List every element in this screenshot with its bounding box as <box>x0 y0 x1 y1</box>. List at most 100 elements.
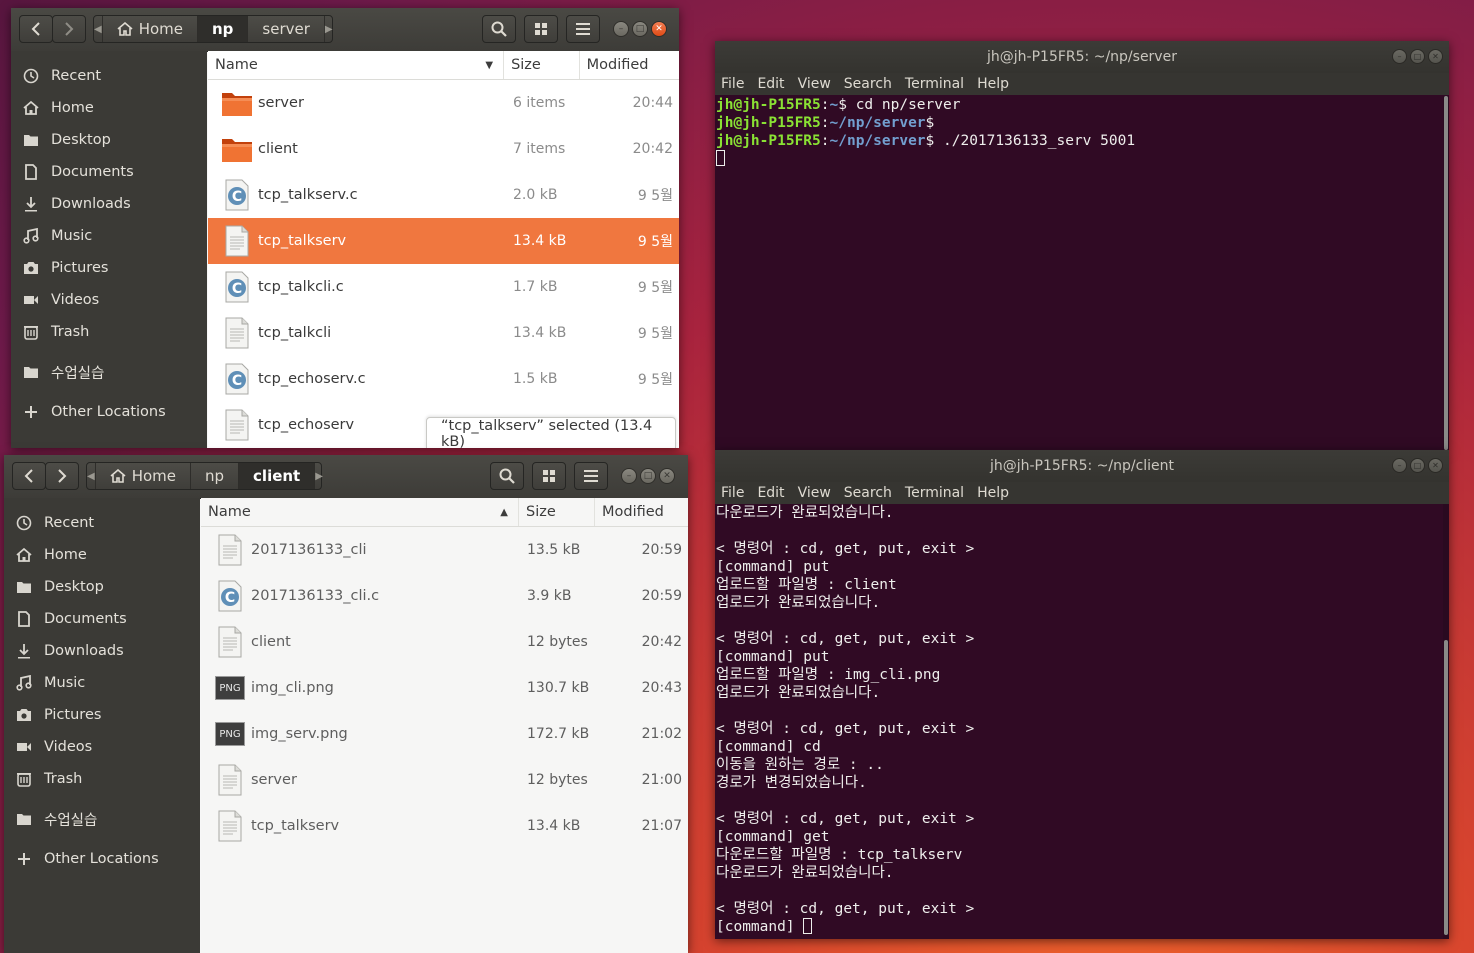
trash-icon <box>11 324 51 340</box>
sidebar-item-documents[interactable]: Documents <box>4 603 200 635</box>
sidebar-item-pictures[interactable]: Pictures <box>4 699 200 731</box>
sidebar-item-pictures[interactable]: Pictures <box>11 252 207 284</box>
sidebar-item-home[interactable]: Home <box>4 539 200 571</box>
menu-help[interactable]: Help <box>977 76 1009 92</box>
sidebar-item-desktop[interactable]: Desktop <box>4 571 200 603</box>
menu-search[interactable]: Search <box>844 485 892 501</box>
prompt-user: jh@jh-P15FR5 <box>716 133 821 149</box>
menu-view[interactable]: View <box>798 76 831 92</box>
sidebar-item-trash[interactable]: Trash <box>4 763 200 795</box>
minimize-icon[interactable]: – <box>1392 49 1407 64</box>
search-button[interactable] <box>490 462 524 490</box>
sidebar-item-documents[interactable]: Documents <box>11 156 207 188</box>
sidebar-item-videos[interactable]: Videos <box>4 731 200 763</box>
view-grid-button[interactable] <box>532 462 566 490</box>
breadcrumb-np[interactable]: np <box>190 463 238 489</box>
sidebar-item-other-locations[interactable]: Other Locations <box>4 843 200 875</box>
file-row[interactable]: PNG img_cli.png 130.7 kB 20:43 <box>201 665 688 711</box>
minimize-icon[interactable]: – <box>613 21 629 37</box>
menu-terminal[interactable]: Terminal <box>905 76 964 92</box>
breadcrumb-scroll-left-icon[interactable]: ◀ <box>94 16 102 42</box>
file-row[interactable]: tcp_talkserv 13.4 kB 9 5월 <box>208 218 679 264</box>
close-icon[interactable]: ✕ <box>651 21 667 37</box>
scrollbar-thumb[interactable] <box>1444 96 1448 450</box>
breadcrumb-client[interactable]: client <box>238 463 315 489</box>
file-row[interactable]: 2017136133_cli 13.5 kB 20:59 <box>201 527 688 573</box>
sidebar-item-videos[interactable]: Videos <box>11 284 207 316</box>
file-row[interactable]: tcp_echoserv.c 1.5 kB 9 5월 <box>208 356 679 402</box>
folder-desktop-icon <box>4 580 44 594</box>
sidebar-item-desktop[interactable]: Desktop <box>11 124 207 156</box>
maximize-icon[interactable]: □ <box>1410 49 1425 64</box>
back-button[interactable] <box>19 15 53 43</box>
sidebar-item-home[interactable]: Home <box>11 92 207 124</box>
menu-view[interactable]: View <box>798 485 831 501</box>
file-row[interactable]: PNG img_serv.png 172.7 kB 21:02 <box>201 711 688 757</box>
maximize-icon[interactable]: □ <box>640 468 656 484</box>
menu-button[interactable] <box>574 462 608 490</box>
menu-edit[interactable]: Edit <box>757 76 784 92</box>
menu-edit[interactable]: Edit <box>757 485 784 501</box>
maximize-icon[interactable]: □ <box>632 21 648 37</box>
close-icon[interactable]: ✕ <box>659 468 675 484</box>
sidebar-item-music[interactable]: Music <box>11 220 207 252</box>
back-button[interactable] <box>12 462 46 490</box>
column-header-modified[interactable]: Modified <box>580 51 679 79</box>
menu-file[interactable]: File <box>721 485 744 501</box>
sidebar-item-downloads[interactable]: Downloads <box>4 635 200 667</box>
scrollbar[interactable] <box>1443 504 1449 939</box>
sidebar-item-recent[interactable]: Recent <box>4 507 200 539</box>
maximize-icon[interactable]: □ <box>1410 458 1425 473</box>
terminal-output[interactable]: jh@jh-P15FR5:~$ cd np/server jh@jh-P15FR5… <box>715 96 1449 450</box>
sidebar-item-recent[interactable]: Recent <box>11 60 207 92</box>
close-icon[interactable]: ✕ <box>1428 49 1443 64</box>
column-header-name[interactable]: Name ▼ <box>208 51 505 79</box>
file-row[interactable]: server 12 bytes 21:00 <box>201 757 688 803</box>
close-icon[interactable]: ✕ <box>1428 458 1443 473</box>
breadcrumb-np[interactable]: np <box>197 16 248 42</box>
file-row[interactable]: tcp_talkcli 13.4 kB 9 5월 <box>208 310 679 356</box>
sidebar-item-other-locations[interactable]: Other Locations <box>11 396 207 428</box>
menu-terminal[interactable]: Terminal <box>905 485 964 501</box>
file-row[interactable]: server 6 items 20:44 <box>208 80 679 126</box>
file-size: 7 items <box>513 141 566 157</box>
minimize-icon[interactable]: – <box>1392 458 1407 473</box>
command-text: ./2017136133_serv 5001 <box>943 133 1136 149</box>
file-size: 1.5 kB <box>513 371 558 387</box>
scrollbar[interactable] <box>1443 96 1449 450</box>
breadcrumb-home[interactable]: Home <box>101 16 197 42</box>
column-header-size[interactable]: Size <box>504 51 580 79</box>
sidebar-item-bookmark[interactable]: 수업실습 <box>11 356 207 388</box>
menu-help[interactable]: Help <box>977 485 1009 501</box>
breadcrumb-scroll-right-icon[interactable]: ▶ <box>314 463 323 489</box>
file-row[interactable]: tcp_talkcli.c 1.7 kB 9 5월 <box>208 264 679 310</box>
forward-button[interactable] <box>52 15 86 43</box>
file-row[interactable]: tcp_talkserv 13.4 kB 21:07 <box>201 803 688 849</box>
view-grid-button[interactable] <box>524 15 558 43</box>
forward-button[interactable] <box>45 462 79 490</box>
breadcrumb-scroll-left-icon[interactable]: ◀ <box>87 463 95 489</box>
sidebar-item-music[interactable]: Music <box>4 667 200 699</box>
file-row[interactable]: client 7 items 20:42 <box>208 126 679 172</box>
file-row[interactable]: 2017136133_cli.c 3.9 kB 20:59 <box>201 573 688 619</box>
column-header-size[interactable]: Size <box>519 498 595 526</box>
menu-button[interactable] <box>566 15 600 43</box>
file-name: tcp_echoserv <box>258 417 355 433</box>
terminal-output[interactable]: 다운로드가 완료되었습니다. < 명령어 : cd, get, put, exit… <box>715 504 1449 939</box>
breadcrumb-home[interactable]: Home <box>94 463 190 489</box>
file-row[interactable]: tcp_talkserv.c 2.0 kB 9 5월 <box>208 172 679 218</box>
sidebar-item-trash[interactable]: Trash <box>11 316 207 348</box>
search-button[interactable] <box>482 15 516 43</box>
scrollbar-thumb[interactable] <box>1444 640 1448 935</box>
menu-search[interactable]: Search <box>844 76 892 92</box>
menu-file[interactable]: File <box>721 76 744 92</box>
minimize-icon[interactable]: – <box>621 468 637 484</box>
sidebar-item-bookmark[interactable]: 수업실습 <box>4 803 200 835</box>
breadcrumb-scroll-right-icon[interactable]: ▶ <box>323 16 333 42</box>
png-label: PNG <box>215 676 245 700</box>
column-header-modified[interactable]: Modified <box>595 498 688 526</box>
column-header-name[interactable]: Name ▲ <box>201 498 519 526</box>
sidebar-item-downloads[interactable]: Downloads <box>11 188 207 220</box>
breadcrumb-server[interactable]: server <box>247 16 323 42</box>
file-row[interactable]: client 12 bytes 20:42 <box>201 619 688 665</box>
